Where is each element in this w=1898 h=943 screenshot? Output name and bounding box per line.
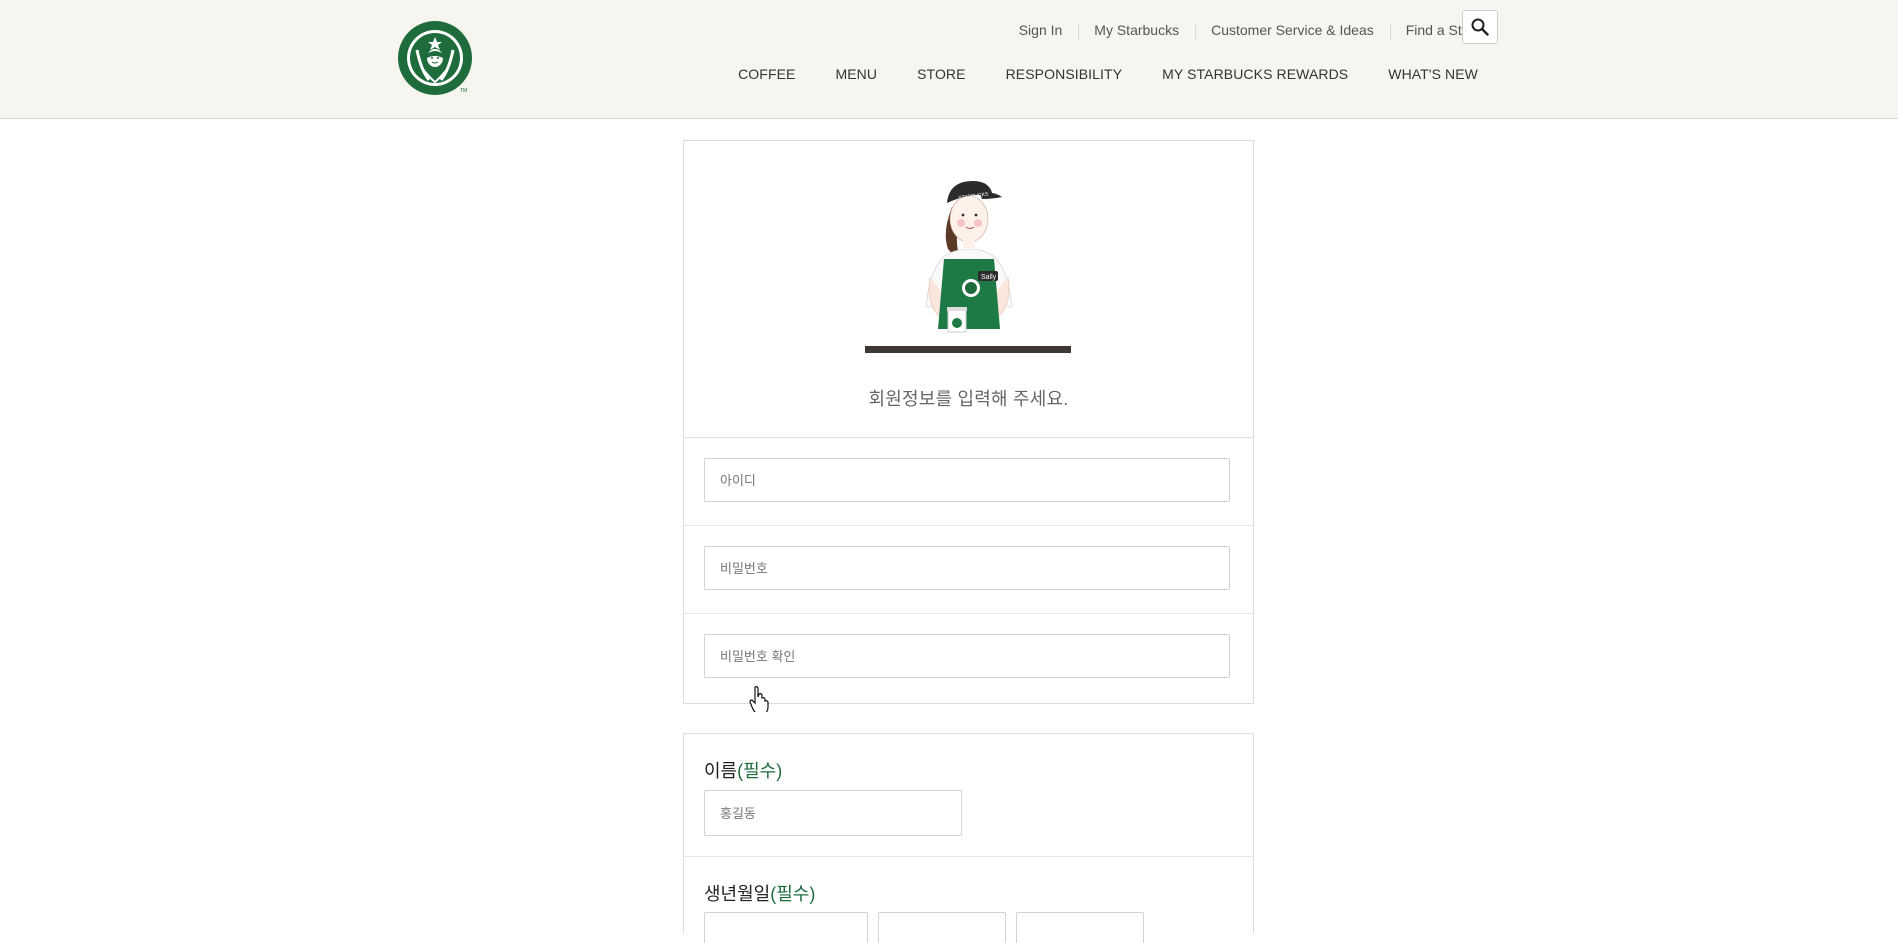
- svg-text:TM: TM: [460, 88, 467, 94]
- birth-day-select[interactable]: [1016, 912, 1144, 943]
- counter-bar: [865, 346, 1071, 353]
- password-confirm-row: [684, 614, 1253, 701]
- password-input[interactable]: [704, 546, 1230, 590]
- sign-in-link[interactable]: Sign In: [1003, 22, 1079, 38]
- main-nav: COFFEE MENU STORE RESPONSIBILITY MY STAR…: [718, 66, 1478, 82]
- my-starbucks-link[interactable]: My Starbucks: [1078, 22, 1195, 39]
- id-input[interactable]: [704, 458, 1230, 502]
- required-mark: (필수): [737, 761, 783, 781]
- barista-illustration: STARBUCKS Sally: [925, 181, 1013, 333]
- name-label: 이름(필수): [704, 757, 782, 783]
- password-confirm-input[interactable]: [704, 634, 1230, 678]
- required-mark: (필수): [770, 884, 816, 904]
- birth-section: 생년월일(필수): [684, 857, 1253, 943]
- birth-selects: [704, 912, 1144, 943]
- id-row: [684, 438, 1253, 526]
- birth-label-text: 생년월일: [704, 884, 771, 904]
- signup-card: STARBUCKS Sally 회원정보를 입력해 주세요.: [683, 140, 1254, 704]
- nav-rewards[interactable]: MY STARBUCKS REWARDS: [1142, 66, 1368, 82]
- nav-whats-new[interactable]: WHAT'S NEW: [1368, 66, 1478, 82]
- apron-name-tag: Sally: [981, 274, 997, 281]
- name-section: 이름(필수): [684, 734, 1253, 857]
- site-header: TM Sign In My Starbucks Customer Service…: [0, 0, 1898, 119]
- signup-title: 회원정보를 입력해 주세요.: [868, 389, 1069, 409]
- nav-coffee[interactable]: COFFEE: [718, 66, 815, 82]
- password-row: [684, 526, 1253, 614]
- nav-menu[interactable]: MENU: [815, 66, 897, 82]
- nav-responsibility[interactable]: RESPONSIBILITY: [986, 66, 1143, 82]
- search-icon: [1471, 18, 1489, 36]
- starbucks-logo[interactable]: TM: [397, 20, 473, 96]
- birth-year-select[interactable]: [704, 912, 868, 943]
- nav-store[interactable]: STORE: [897, 66, 985, 82]
- birth-label: 생년월일(필수): [704, 880, 815, 906]
- name-input[interactable]: [704, 790, 962, 836]
- search-button[interactable]: [1462, 10, 1498, 44]
- name-label-text: 이름: [704, 761, 738, 781]
- signup-hero: STARBUCKS Sally 회원정보를 입력해 주세요.: [684, 141, 1253, 438]
- utility-nav: Sign In My Starbucks Customer Service & …: [1003, 18, 1498, 42]
- birth-month-select[interactable]: [878, 912, 1006, 943]
- customer-service-link[interactable]: Customer Service & Ideas: [1195, 22, 1390, 39]
- hand-cursor-icon: [749, 686, 769, 712]
- profile-card: 이름(필수) 생년월일(필수): [683, 733, 1254, 943]
